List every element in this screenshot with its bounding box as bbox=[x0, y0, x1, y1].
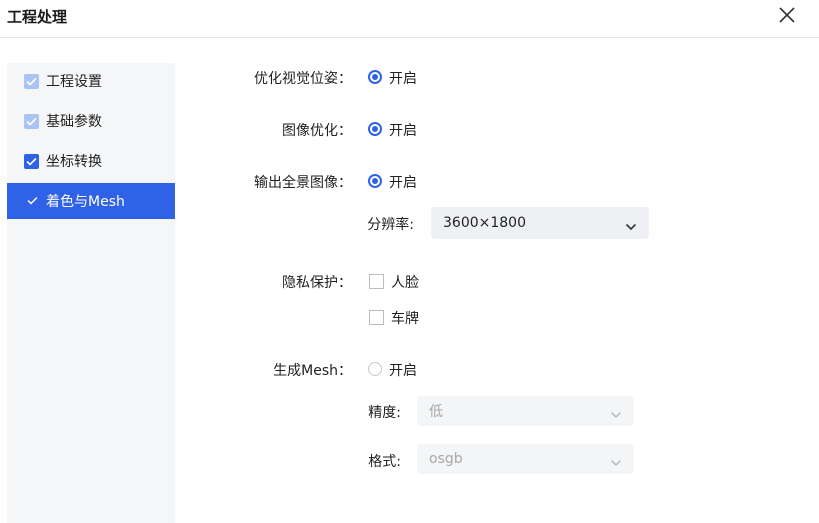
chevron-down-icon bbox=[610, 455, 622, 466]
privacy-plate-option: 车牌 bbox=[391, 311, 419, 327]
sidebar: 工程设置 基础参数 坐标转换 着色与Mesh bbox=[7, 63, 175, 523]
sidebar-item-coloring-mesh[interactable]: 着色与Mesh bbox=[7, 183, 175, 219]
panorama-radio[interactable] bbox=[368, 174, 382, 188]
sidebar-item-label: 坐标转换 bbox=[46, 154, 102, 170]
checkbox-checked-icon bbox=[24, 73, 39, 89]
check-icon bbox=[27, 193, 38, 209]
privacy-face-option: 人脸 bbox=[391, 275, 419, 291]
checkbox-checked-icon bbox=[24, 153, 39, 169]
precision-value: 低 bbox=[429, 404, 443, 420]
view-opt-option: 开启 bbox=[389, 71, 417, 87]
mesh-label: 生成Mesh： bbox=[273, 363, 352, 379]
dialog-header: 工程处理 bbox=[0, 0, 819, 38]
view-opt-label: 优化视觉位姿： bbox=[254, 71, 352, 87]
mesh-option: 开启 bbox=[389, 363, 417, 379]
sidebar-item-basic-params[interactable]: 基础参数 bbox=[7, 103, 175, 139]
dialog-title: 工程处理 bbox=[7, 8, 68, 26]
view-opt-radio[interactable] bbox=[368, 70, 382, 84]
image-opt-radio[interactable] bbox=[368, 122, 382, 136]
panorama-label: 输出全景图像： bbox=[254, 175, 352, 191]
sidebar-item-coord-transform[interactable]: 坐标转换 bbox=[7, 143, 175, 179]
sidebar-item-project-settings[interactable]: 工程设置 bbox=[7, 63, 175, 99]
format-value: osgb bbox=[429, 451, 463, 467]
sidebar-item-label: 着色与Mesh bbox=[46, 194, 125, 210]
precision-select[interactable]: 低 bbox=[417, 396, 634, 426]
resolution-value: 3600×1800 bbox=[443, 215, 526, 231]
sidebar-item-label: 基础参数 bbox=[46, 114, 102, 130]
privacy-face-checkbox[interactable] bbox=[369, 274, 384, 289]
privacy-label: 隐私保护： bbox=[282, 275, 352, 291]
chevron-down-icon bbox=[625, 219, 637, 231]
format-select[interactable]: osgb bbox=[417, 444, 634, 474]
precision-label: 精度: bbox=[368, 405, 401, 421]
image-opt-option: 开启 bbox=[389, 123, 417, 139]
mesh-radio[interactable] bbox=[368, 362, 382, 376]
panorama-option: 开启 bbox=[389, 175, 417, 191]
resolution-label: 分辨率: bbox=[367, 217, 414, 233]
format-label: 格式: bbox=[368, 454, 401, 470]
sidebar-item-label: 工程设置 bbox=[46, 74, 102, 90]
privacy-plate-checkbox[interactable] bbox=[369, 310, 384, 325]
chevron-down-icon bbox=[610, 407, 622, 418]
checkbox-checked-icon bbox=[24, 113, 39, 129]
image-opt-label: 图像优化： bbox=[282, 123, 352, 139]
resolution-select[interactable]: 3600×1800 bbox=[431, 207, 649, 239]
close-icon[interactable] bbox=[776, 4, 798, 26]
